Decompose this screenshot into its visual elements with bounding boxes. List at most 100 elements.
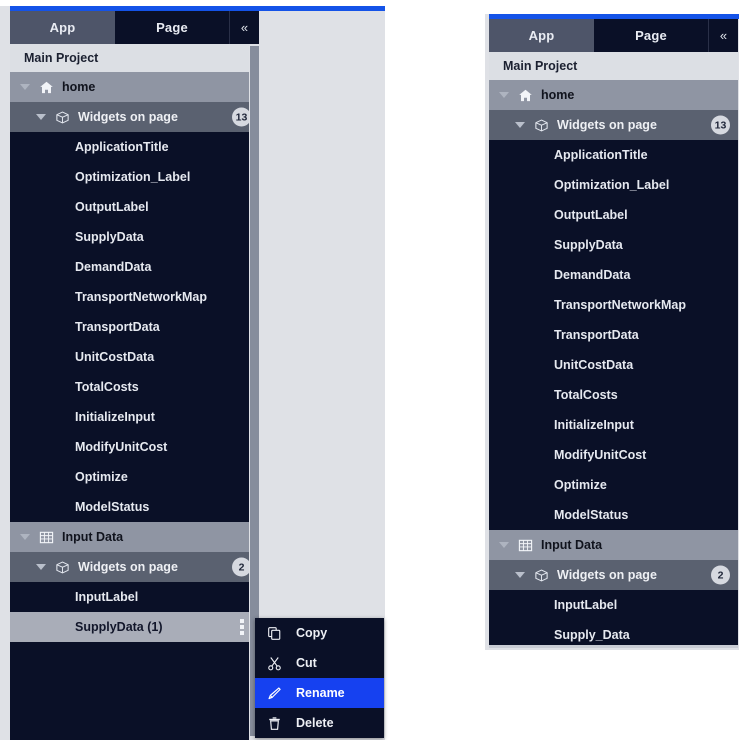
tab-page-2[interactable]: Page — [594, 19, 708, 52]
tree-widget-label: ModifyUnitCost — [75, 440, 168, 454]
collapse-panel-button[interactable]: « — [229, 11, 259, 44]
tree-row-widget[interactable]: InitializeInput — [10, 402, 259, 432]
screenshot-root: App Page « Main Project home Widgets on pa… — [0, 0, 739, 740]
tab-app-2[interactable]: App — [489, 19, 594, 52]
widgets-icon — [54, 109, 70, 125]
tree-row-widget[interactable]: SupplyData — [489, 230, 738, 260]
tree-row-widget[interactable]: Optimization_Label — [489, 170, 738, 200]
tree-widget-label: UnitCostData — [75, 350, 155, 364]
tree-widget-label: DemandData — [75, 260, 152, 274]
table-icon — [38, 529, 54, 545]
caret-down-icon[interactable] — [36, 564, 46, 570]
tree-row-widget[interactable]: Optimization_Label — [10, 162, 259, 192]
tree-widget-label: TotalCosts — [554, 388, 618, 402]
tree-row-widget[interactable]: ModelStatus — [10, 492, 259, 522]
tree-row-widget[interactable]: SupplyData — [10, 222, 259, 252]
tree-row-widget[interactable]: ApplicationTitle — [489, 140, 738, 170]
tree-row-project[interactable]: Main Project — [10, 44, 259, 72]
tree-row-widget-group[interactable]: Widgets on page 2 — [489, 560, 738, 590]
tree-row-widget[interactable]: UnitCostData — [489, 350, 738, 380]
caret-down-icon[interactable] — [20, 84, 30, 90]
left-panel-tabstrip: App Page « — [10, 11, 259, 44]
tree-row-widget[interactable]: OutputLabel — [489, 200, 738, 230]
tree-row-widget[interactable]: ModifyUnitCost — [10, 432, 259, 462]
tree-widget-label: TransportNetworkMap — [75, 290, 207, 304]
tree-row-page[interactable]: Input Data — [489, 530, 738, 560]
context-menu-item-delete[interactable]: Delete — [255, 708, 384, 738]
tree-row-widget[interactable]: TransportData — [489, 320, 738, 350]
tree-page-label: home — [541, 88, 575, 102]
tree-row-widget-group[interactable]: Widgets on page 13 — [489, 110, 738, 140]
tree-row-widget[interactable]: TotalCosts — [489, 380, 738, 410]
right-panel-tabstrip: App Page « — [489, 19, 738, 52]
tab-page[interactable]: Page — [115, 11, 229, 44]
tree-row-widget[interactable]: TotalCosts — [10, 372, 259, 402]
context-menu-item-cut[interactable]: Cut — [255, 648, 384, 678]
caret-down-icon[interactable] — [36, 114, 46, 120]
tree-row-widget[interactable]: Optimize — [10, 462, 259, 492]
tab-app-label: App — [49, 20, 76, 35]
tree-row-page[interactable]: home — [489, 80, 738, 110]
tree-row-widget[interactable]: Supply_Data — [489, 620, 738, 645]
tree-widget-label: ApplicationTitle — [75, 140, 169, 154]
widget-count-badge: 13 — [711, 115, 730, 135]
tree-page-label: home — [62, 80, 96, 94]
project-tree-before[interactable]: Main Project home Widgets on page 13 Applica… — [10, 44, 259, 740]
widget-more-options-icon[interactable] — [235, 619, 249, 635]
tree-widget-label: ModelStatus — [554, 508, 629, 522]
tree-widget-label: OutputLabel — [75, 200, 149, 214]
tab-app[interactable]: App — [10, 11, 115, 44]
tree-row-page[interactable]: Input Data — [10, 522, 259, 552]
tree-row-widget[interactable]: ModifyUnitCost — [489, 440, 738, 470]
table-icon — [517, 537, 533, 553]
collapse-panel-button-2[interactable]: « — [708, 19, 738, 52]
tree-row-widget[interactable]: ApplicationTitle — [10, 132, 259, 162]
tab-page-label-2: Page — [635, 28, 667, 43]
widget-count-badge: 2 — [711, 565, 730, 585]
context-menu-item-label: Rename — [296, 686, 345, 700]
tree-widget-label: TransportData — [75, 320, 160, 334]
tree-row-widget-selected[interactable]: SupplyData (1) — [10, 612, 259, 642]
tree-widget-label: Optimization_Label — [554, 178, 670, 192]
context-menu-item-rename[interactable]: Rename — [255, 678, 384, 708]
caret-down-icon[interactable] — [499, 92, 509, 98]
tree-row-widget[interactable]: InputLabel — [10, 582, 259, 612]
tree-row-widget[interactable]: TransportData — [10, 312, 259, 342]
tree-row-widget[interactable]: DemandData — [10, 252, 259, 282]
tree-widget-label: DemandData — [554, 268, 631, 282]
context-menu-item-label: Delete — [296, 716, 334, 730]
tree-widget-label: OutputLabel — [554, 208, 628, 222]
tree-row-widget[interactable]: TransportNetworkMap — [489, 290, 738, 320]
caret-down-icon[interactable] — [499, 542, 509, 548]
tree-row-widget[interactable]: OutputLabel — [10, 192, 259, 222]
widgets-icon — [533, 567, 549, 583]
tree-row-widget[interactable]: InputLabel — [489, 590, 738, 620]
tree-row-widget[interactable]: TransportNetworkMap — [10, 282, 259, 312]
tree-row-widget-group[interactable]: Widgets on page 2 — [10, 552, 259, 582]
context-menu-item-copy[interactable]: Copy — [255, 618, 384, 648]
caret-down-icon[interactable] — [515, 572, 525, 578]
caret-down-icon[interactable] — [20, 534, 30, 540]
tree-row-widget[interactable]: DemandData — [489, 260, 738, 290]
home-icon — [517, 87, 533, 103]
tree-row-page[interactable]: home — [10, 72, 259, 102]
tree-widget-label: SupplyData — [554, 238, 623, 252]
tree-widget-label: Optimize — [554, 478, 607, 492]
tree-row-widget[interactable]: UnitCostData — [10, 342, 259, 372]
tree-project-label: Main Project — [503, 59, 578, 73]
tree-widget-label: ApplicationTitle — [554, 148, 648, 162]
tree-widget-label: SupplyData — [75, 230, 144, 244]
tree-row-widget[interactable]: ModelStatus — [489, 500, 738, 530]
widget-context-menu[interactable]: Copy Cut Rename Delete — [255, 618, 384, 738]
tree-row-widget[interactable]: Optimize — [489, 470, 738, 500]
tree-row-project[interactable]: Main Project — [489, 52, 738, 80]
caret-down-icon[interactable] — [515, 122, 525, 128]
tree-widget-label: Optimization_Label — [75, 170, 191, 184]
tree-widget-label: SupplyData (1) — [75, 620, 163, 634]
project-tree-after[interactable]: Main Project home Widgets on page 13 Applica… — [489, 52, 738, 648]
tree-row-widget-group[interactable]: Widgets on page 13 — [10, 102, 259, 132]
tree-widget-label: InputLabel — [75, 590, 139, 604]
pencil-icon — [264, 685, 284, 701]
tree-widget-label: Supply_Data — [554, 628, 630, 642]
tree-row-widget[interactable]: InitializeInput — [489, 410, 738, 440]
